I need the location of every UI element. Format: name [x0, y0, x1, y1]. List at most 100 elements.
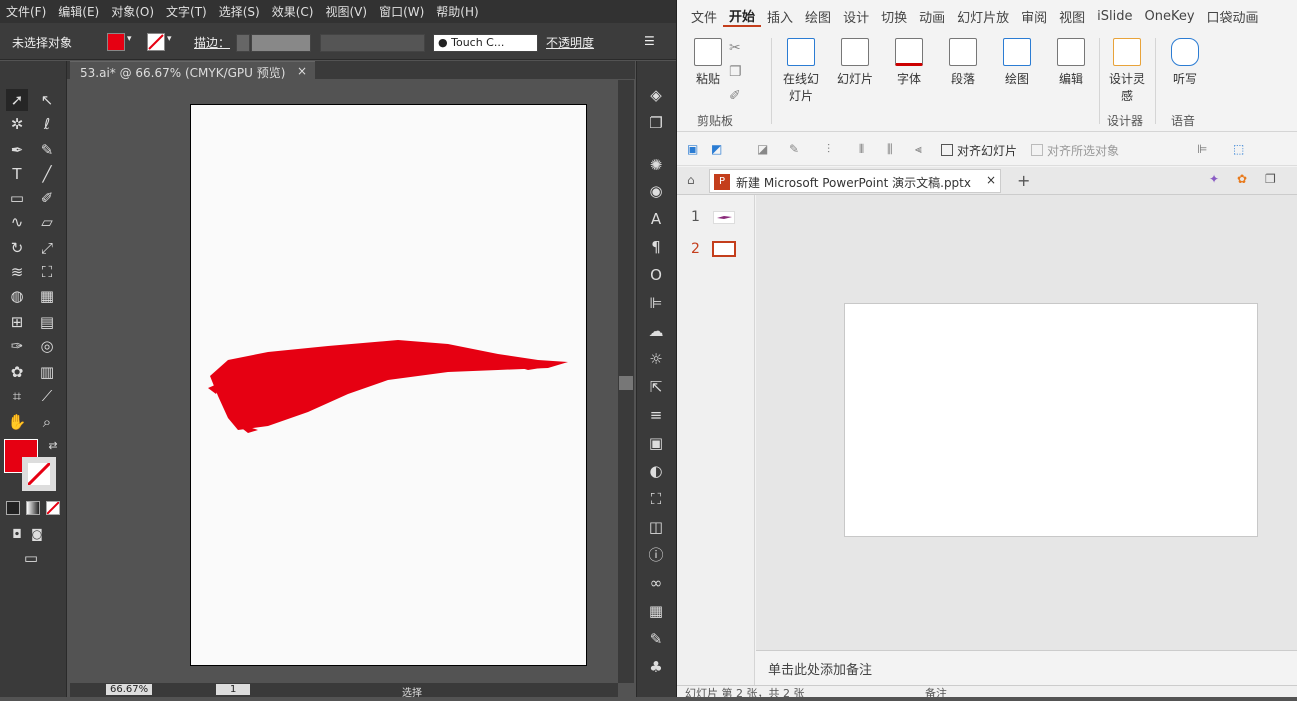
draw-normal-icon[interactable]: ◘: [6, 523, 28, 545]
export-icon[interactable]: ⇱: [645, 377, 667, 397]
tab-draw[interactable]: 绘图: [799, 7, 837, 26]
notes-toggle[interactable]: 备注: [925, 685, 947, 701]
stroke-swatch[interactable]: [147, 33, 165, 51]
transform-icon[interactable]: ⛶: [645, 489, 667, 509]
outline-pen-icon[interactable]: ✎: [789, 142, 799, 156]
stroke-stepper[interactable]: [236, 34, 250, 52]
free-transform-icon[interactable]: ⛶: [36, 261, 58, 283]
chevron-down-icon[interactable]: ▾: [127, 34, 132, 44]
align-selection-checkbox[interactable]: [1031, 144, 1043, 156]
artboard-tool-icon[interactable]: ⌗: [6, 385, 28, 407]
none-mode-icon[interactable]: [46, 501, 60, 515]
fill-bucket-icon[interactable]: ◪: [757, 142, 768, 156]
blend-tool-icon[interactable]: ◎: [36, 335, 58, 357]
close-icon[interactable]: ×: [986, 173, 996, 187]
online-slides-button[interactable]: 在线幻灯片: [779, 38, 823, 104]
canvas-area[interactable]: [70, 80, 618, 683]
copy-icon[interactable]: ❐: [729, 64, 742, 80]
tab-islide[interactable]: iSlide: [1091, 9, 1138, 24]
cut-icon[interactable]: ✂: [729, 40, 741, 56]
menu-select[interactable]: 选择(S): [213, 3, 266, 20]
tab-animations[interactable]: 动画: [913, 7, 951, 26]
menu-window[interactable]: 窗口(W): [373, 3, 430, 20]
brush-dropdown[interactable]: ● Touch C...: [433, 34, 538, 52]
variable-width-dropdown[interactable]: [320, 34, 425, 52]
red-brush-stroke[interactable]: [208, 338, 570, 433]
selection-tool-icon[interactable]: ➚: [6, 89, 28, 111]
stroke-panel-icon[interactable]: ≡: [645, 405, 667, 425]
home-icon[interactable]: ⌂: [687, 173, 695, 187]
shaper-tool-icon[interactable]: ∿: [6, 211, 28, 233]
gradient-tool-icon[interactable]: ▤: [36, 311, 58, 333]
tab-view[interactable]: 视图: [1053, 7, 1091, 26]
paintbrush-icon[interactable]: ✐: [36, 187, 58, 209]
slide-editor[interactable]: [756, 195, 1297, 650]
brushes-icon[interactable]: ✎: [645, 629, 667, 649]
slide-thumbnail-2[interactable]: [712, 241, 736, 257]
paragraph-button[interactable]: 段落: [945, 38, 981, 87]
layers-icon[interactable]: ◈: [645, 85, 667, 105]
hand-tool-icon[interactable]: ✋: [6, 411, 28, 433]
stroke-label[interactable]: 描边：: [194, 34, 230, 51]
distribute-icon[interactable]: ⫼: [887, 142, 893, 157]
tab-file[interactable]: 文件: [685, 7, 723, 26]
fill-swatch[interactable]: [107, 33, 125, 51]
panel-menu-icon[interactable]: ☰: [644, 34, 655, 48]
eyedropper-icon[interactable]: ✑: [6, 335, 28, 357]
magic-icon[interactable]: ✦: [1209, 172, 1219, 186]
lasso-icon[interactable]: ℓ: [36, 113, 58, 135]
align-left-icon[interactable]: ⊫: [1197, 142, 1207, 156]
tab-onekey[interactable]: OneKey: [1139, 9, 1201, 24]
document-tab[interactable]: 53.ai* @ 66.67% (CMYK/GPU 预览) ×: [70, 61, 315, 80]
links-icon[interactable]: ∞: [645, 573, 667, 593]
perspective-grid-icon[interactable]: ▦: [36, 285, 58, 307]
warp-tool-icon[interactable]: ≋: [6, 261, 28, 283]
direct-selection-tool-icon[interactable]: ↖: [36, 89, 58, 111]
info-icon[interactable]: ⓘ: [645, 545, 667, 565]
shapes-icon[interactable]: ◩: [711, 142, 722, 156]
close-icon[interactable]: ×: [297, 64, 307, 78]
window-icon[interactable]: ❐: [1265, 172, 1276, 186]
swap-colors-icon[interactable]: ⇄: [42, 435, 64, 457]
artboard-number[interactable]: 1: [216, 684, 251, 695]
tab-transitions[interactable]: 切换: [875, 7, 913, 26]
editing-button[interactable]: 编辑: [1053, 38, 1089, 87]
graph-tool-icon[interactable]: ▥: [36, 361, 58, 383]
align-slide-checkbox[interactable]: [941, 144, 953, 156]
image-trace-icon[interactable]: ◉: [645, 181, 667, 201]
gradient-mode-icon[interactable]: [26, 501, 40, 515]
font-button[interactable]: 字体: [891, 38, 927, 87]
tab-home[interactable]: 开始: [723, 6, 762, 27]
symbols-icon[interactable]: ♣: [645, 657, 667, 677]
gear-icon[interactable]: ✿: [1237, 172, 1247, 186]
align-icon[interactable]: ⊫: [645, 293, 667, 313]
stroke-weight-field[interactable]: [251, 34, 311, 52]
opacity-label[interactable]: 不透明度: [546, 34, 594, 51]
file-tab[interactable]: P 新建 Microsoft PowerPoint 演示文稿.pptx ×: [709, 169, 1001, 193]
slide-button[interactable]: 幻灯片: [835, 38, 875, 87]
add-tab-icon[interactable]: +: [1017, 171, 1030, 190]
pen-tool-icon[interactable]: ✒: [6, 139, 28, 161]
textbox-icon[interactable]: ▣: [687, 142, 698, 156]
paragraph-icon[interactable]: ¶: [645, 237, 667, 257]
pathfinder-icon[interactable]: ◫: [645, 517, 667, 537]
align-middle-icon[interactable]: ⫴: [859, 142, 864, 157]
tab-design[interactable]: 设计: [837, 7, 875, 26]
select-icon[interactable]: ⬚: [1233, 142, 1244, 156]
color-mode-icon[interactable]: [6, 501, 20, 515]
menu-file[interactable]: 文件(F): [0, 3, 52, 20]
align-center-icon[interactable]: ⫶: [827, 142, 830, 157]
libraries-icon[interactable]: ☁: [645, 321, 667, 341]
menu-help[interactable]: 帮助(H): [430, 3, 484, 20]
notes-pane[interactable]: 单击此处添加备注: [756, 650, 1297, 685]
magic-wand-icon[interactable]: ✲: [6, 113, 28, 135]
menu-object[interactable]: 对象(O): [105, 3, 160, 20]
rectangle-tool-icon[interactable]: ▭: [6, 187, 28, 209]
gradient-panel-icon[interactable]: ▣: [645, 433, 667, 453]
color-palette-icon[interactable]: ✺: [645, 155, 667, 175]
align-top-icon[interactable]: ⫷: [915, 142, 922, 157]
eraser-icon[interactable]: ▱: [36, 211, 58, 233]
chevron-down-icon[interactable]: ▾: [167, 34, 172, 44]
transparency-icon[interactable]: ◐: [645, 461, 667, 481]
tab-insert[interactable]: 插入: [761, 7, 799, 26]
